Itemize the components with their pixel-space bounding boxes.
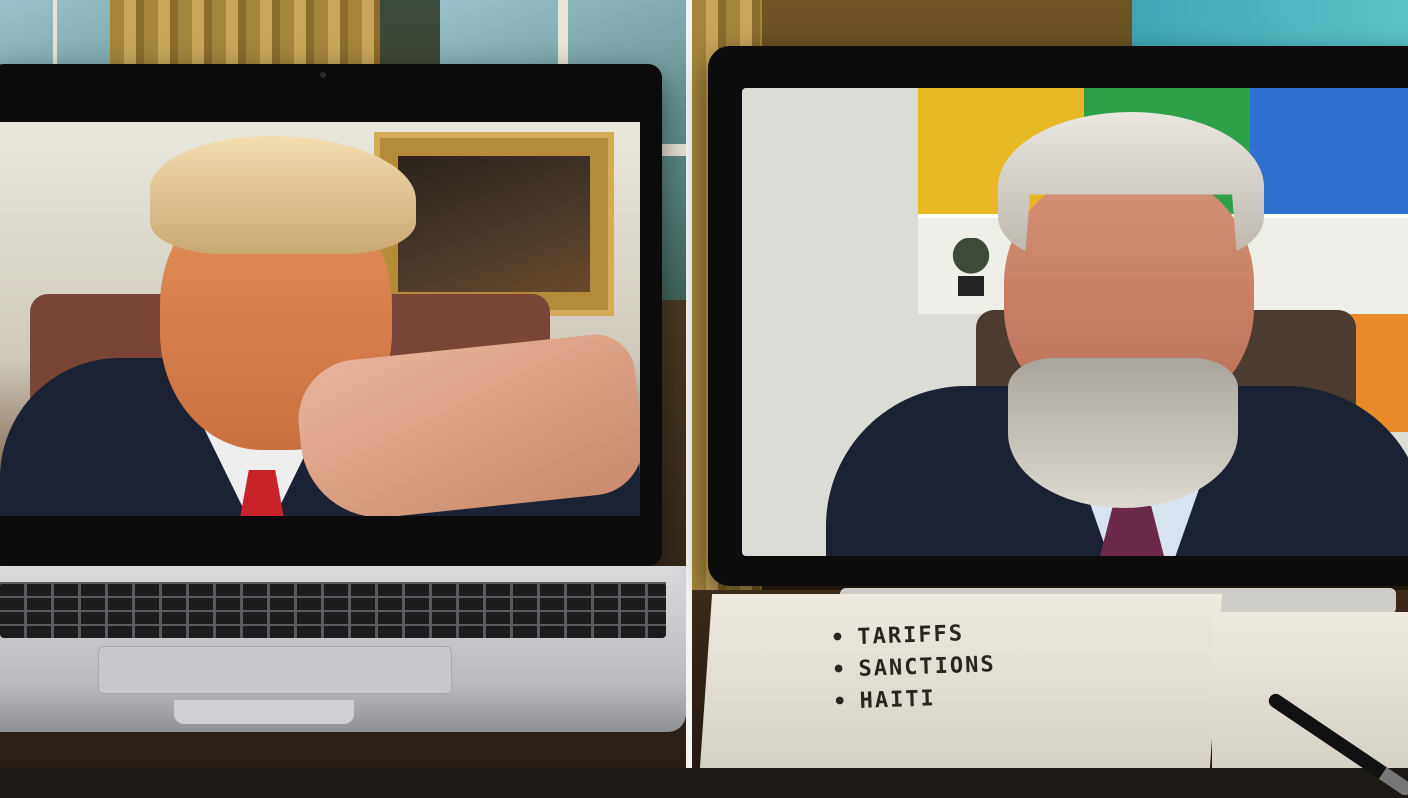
- note-item-haiti: HAITI: [833, 681, 998, 719]
- tablet-video-call-screen: [742, 88, 1408, 556]
- wall-panel-blue: [1250, 88, 1408, 214]
- laptop-trackpad: [98, 646, 452, 694]
- handwritten-notes: TARIFFS SANCTIONS HAITI: [830, 617, 997, 719]
- potted-plant-icon: [952, 238, 990, 296]
- right-person-beard: [1008, 358, 1238, 508]
- note-item-sanctions: SANCTIONS: [831, 649, 996, 687]
- webcam-icon: [320, 72, 326, 78]
- laptop-front-notch: [174, 700, 354, 724]
- laptop-keyboard: [0, 582, 666, 638]
- laptop-video-call-screen: [0, 122, 640, 516]
- background-window: [1132, 0, 1408, 48]
- notepad-sheet-right: [1212, 612, 1408, 768]
